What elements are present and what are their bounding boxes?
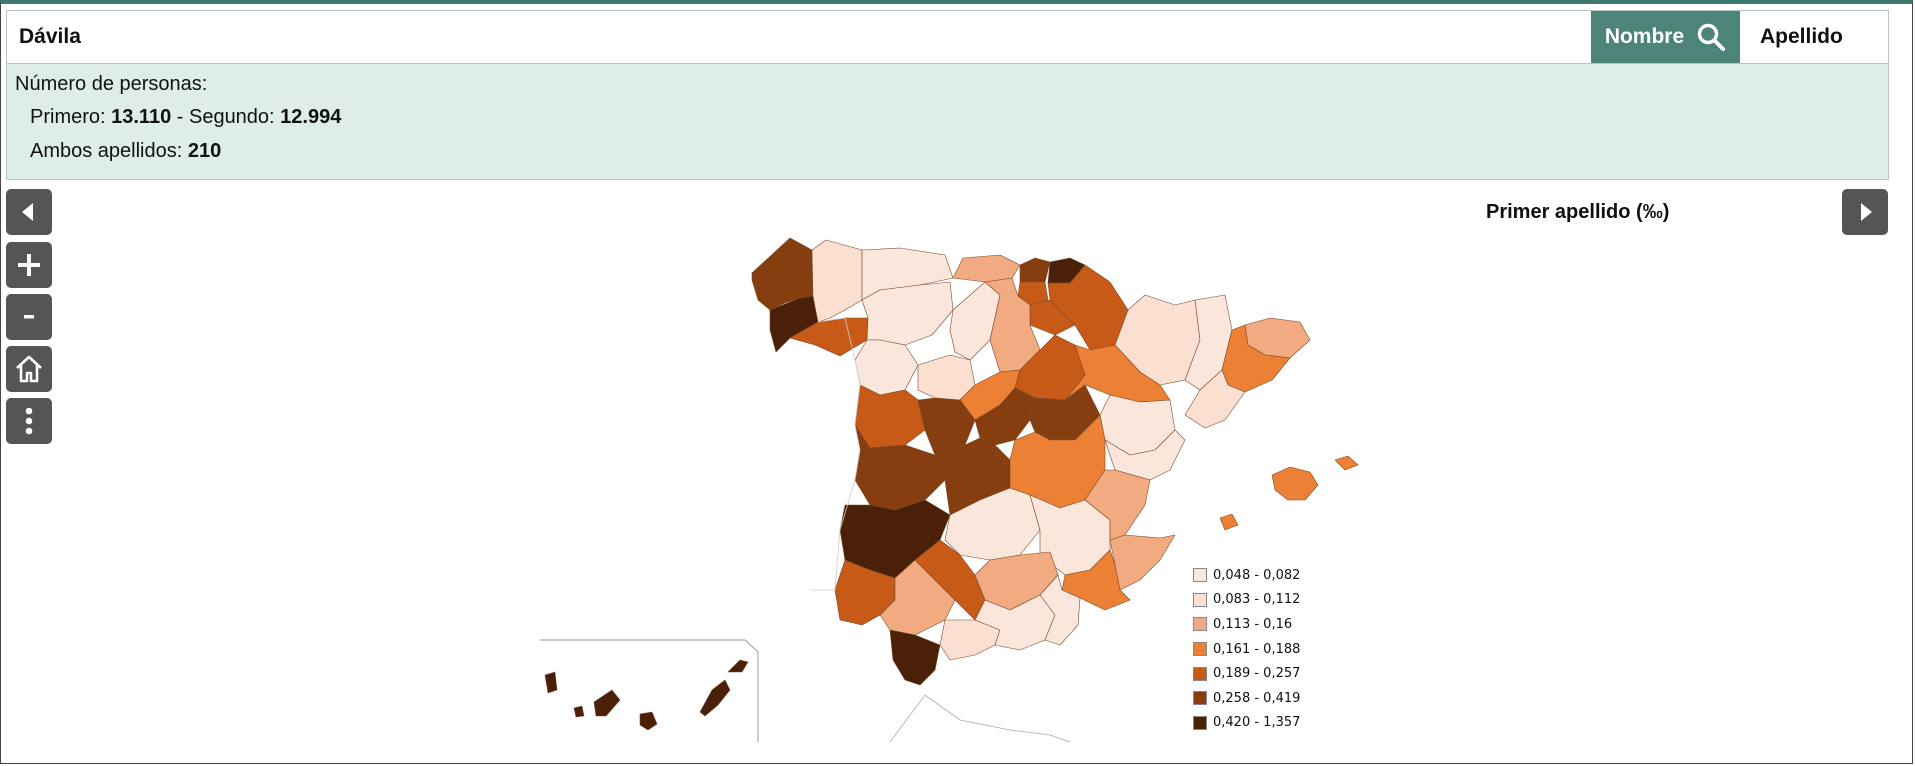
legend-label: 0,161 - 0,188 bbox=[1213, 641, 1301, 657]
legend-item: 0,420 - 1,357 bbox=[1193, 711, 1300, 736]
legend-item: 0,161 - 0,188 bbox=[1193, 637, 1300, 662]
legend-label: 0,048 - 0,082 bbox=[1213, 567, 1301, 583]
legend-swatch bbox=[1193, 642, 1207, 657]
legend-item: 0,189 - 0,257 bbox=[1193, 661, 1300, 686]
legend-swatch bbox=[1193, 592, 1207, 607]
map-legend: 0,048 - 0,082 0,083 - 0,112 0,113 - 0,16 0,… bbox=[1193, 563, 1300, 735]
region-menorca[interactable] bbox=[1334, 455, 1359, 471]
legend-swatch bbox=[1193, 666, 1207, 681]
region-lugo[interactable] bbox=[811, 239, 863, 323]
legend-swatch bbox=[1193, 568, 1207, 583]
legend-label: 0,189 - 0,257 bbox=[1213, 666, 1301, 682]
legend-item: 0,048 - 0,082 bbox=[1193, 563, 1300, 588]
region-zamora[interactable] bbox=[854, 339, 919, 396]
region-la-palma[interactable] bbox=[544, 671, 558, 694]
region-bizkaia[interactable] bbox=[1019, 257, 1051, 283]
region-ibiza[interactable] bbox=[1219, 513, 1239, 531]
legend-swatch bbox=[1193, 715, 1207, 730]
region-fuerteventura[interactable] bbox=[699, 679, 731, 717]
region-mallorca[interactable] bbox=[1271, 466, 1319, 501]
legend-item: 0,113 - 0,16 bbox=[1193, 612, 1300, 637]
region-gran-canaria[interactable] bbox=[639, 711, 658, 731]
region-lanzarote[interactable] bbox=[727, 659, 749, 673]
legend-item: 0,083 - 0,112 bbox=[1193, 588, 1300, 613]
legend-item: 0,258 - 0,419 bbox=[1193, 686, 1300, 711]
north-africa-outline bbox=[889, 694, 1071, 743]
legend-swatch bbox=[1193, 617, 1207, 632]
spain-choropleth-map bbox=[540, 237, 1359, 743]
legend-label: 0,258 - 0,419 bbox=[1213, 690, 1301, 706]
region-salamanca[interactable] bbox=[854, 384, 926, 449]
region-alicante[interactable] bbox=[1109, 534, 1176, 591]
legend-label: 0,083 - 0,112 bbox=[1213, 592, 1301, 608]
region-cadiz[interactable] bbox=[889, 629, 941, 686]
region-la-gomera[interactable] bbox=[573, 705, 585, 718]
region-tenerife[interactable] bbox=[593, 689, 621, 717]
legend-label: 0,113 - 0,16 bbox=[1213, 616, 1293, 632]
legend-swatch bbox=[1193, 691, 1207, 706]
region-cantabria[interactable] bbox=[952, 254, 1021, 283]
legend-label: 0,420 - 1,357 bbox=[1213, 715, 1301, 731]
